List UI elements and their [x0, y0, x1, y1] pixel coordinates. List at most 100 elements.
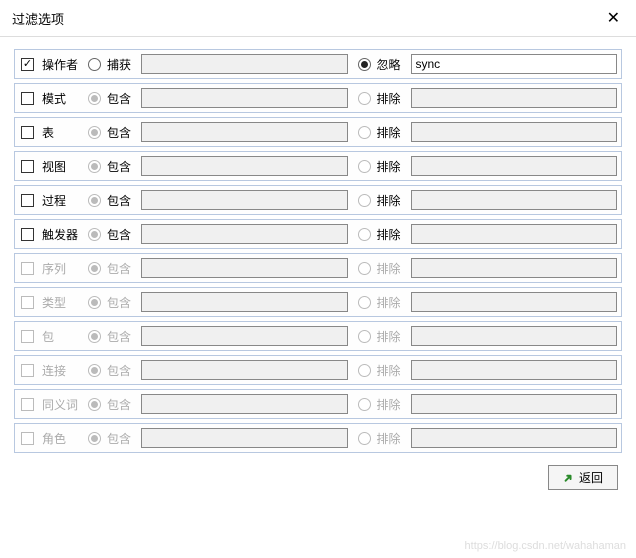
option2-input[interactable]	[411, 54, 618, 74]
option2-radio	[358, 228, 371, 241]
option2-input	[411, 292, 618, 312]
option1-input	[141, 54, 348, 74]
option2-radio	[358, 296, 371, 309]
option2-label: 排除	[377, 90, 405, 107]
option1-label: 包含	[107, 328, 135, 345]
option1-input	[141, 190, 348, 210]
option2-label: 排除	[377, 192, 405, 209]
row-label: 模式	[42, 90, 82, 107]
option2-input	[411, 394, 618, 414]
option1-input	[141, 394, 348, 414]
option1-input	[141, 88, 348, 108]
option1-input	[141, 258, 348, 278]
option1-radio	[88, 160, 101, 173]
enable-checkbox	[21, 364, 34, 377]
option2-input	[411, 326, 618, 346]
option1-radio	[88, 228, 101, 241]
close-icon[interactable]: ✕	[603, 8, 624, 28]
filter-row-synonym: 同义词 包含 排除	[14, 389, 622, 419]
option1-label: 包含	[107, 430, 135, 447]
option1-radio	[88, 92, 101, 105]
option1-radio	[88, 262, 101, 275]
back-button[interactable]: ➜ 返回	[548, 465, 618, 490]
option2-radio	[358, 126, 371, 139]
option1-input	[141, 428, 348, 448]
filter-row-type: 类型 包含 排除	[14, 287, 622, 317]
option1-label: 包含	[107, 192, 135, 209]
option2-input	[411, 258, 618, 278]
option2-radio	[358, 194, 371, 207]
row-label: 包	[42, 328, 82, 345]
option1-radio	[88, 432, 101, 445]
option1-label: 包含	[107, 124, 135, 141]
row-label: 连接	[42, 362, 82, 379]
enable-checkbox	[21, 398, 34, 411]
option1-label: 包含	[107, 294, 135, 311]
option2-radio	[358, 398, 371, 411]
filter-row-operator: 操作者捕获忽略	[14, 49, 622, 79]
filter-row-schema: 模式 包含 排除	[14, 83, 622, 113]
row-label: 类型	[42, 294, 82, 311]
option1-input	[141, 326, 348, 346]
option2-radio	[358, 262, 371, 275]
option1-input	[141, 122, 348, 142]
option2-radio	[358, 92, 371, 105]
back-button-label: 返回	[579, 469, 603, 486]
option2-input	[411, 428, 618, 448]
option2-input	[411, 190, 618, 210]
option2-radio	[358, 432, 371, 445]
option2-label: 排除	[377, 328, 405, 345]
option2-radio	[358, 160, 371, 173]
filter-row-sequence: 序列包含排除	[14, 253, 622, 283]
filter-row-role: 角色 包含 排除	[14, 423, 622, 453]
enable-checkbox[interactable]	[21, 228, 34, 241]
option2-radio[interactable]	[358, 58, 371, 71]
enable-checkbox[interactable]	[21, 92, 34, 105]
option1-radio	[88, 126, 101, 139]
row-label: 过程	[42, 192, 82, 209]
enable-checkbox	[21, 296, 34, 309]
option2-radio	[358, 364, 371, 377]
row-label: 同义词	[42, 396, 82, 413]
option2-label: 排除	[377, 158, 405, 175]
option2-label: 排除	[377, 124, 405, 141]
filter-rows: 操作者捕获忽略模式包含排除表包含排除视图包含排除过程包含排除触发器包含排除序列包…	[0, 37, 636, 461]
option1-label: 包含	[107, 158, 135, 175]
row-label: 视图	[42, 158, 82, 175]
option1-radio	[88, 330, 101, 343]
footer: ➜ 返回	[0, 461, 636, 500]
enable-checkbox	[21, 262, 34, 275]
option2-label: 排除	[377, 362, 405, 379]
option1-input	[141, 156, 348, 176]
row-label: 表	[42, 124, 82, 141]
option2-label: 排除	[377, 396, 405, 413]
filter-row-table: 表 包含 排除	[14, 117, 622, 147]
option1-radio[interactable]	[88, 58, 101, 71]
option1-radio	[88, 296, 101, 309]
option1-radio	[88, 364, 101, 377]
option2-input	[411, 122, 618, 142]
option2-input	[411, 156, 618, 176]
option2-label: 排除	[377, 430, 405, 447]
option2-label: 排除	[377, 294, 405, 311]
enable-checkbox[interactable]	[21, 194, 34, 207]
option1-input	[141, 360, 348, 380]
option1-radio	[88, 194, 101, 207]
option2-input	[411, 360, 618, 380]
filter-row-view: 视图 包含 排除	[14, 151, 622, 181]
option1-input	[141, 292, 348, 312]
option2-input	[411, 224, 618, 244]
option1-label: 包含	[107, 396, 135, 413]
option1-label: 包含	[107, 362, 135, 379]
row-label: 序列	[42, 260, 82, 277]
enable-checkbox[interactable]	[21, 58, 34, 71]
row-label: 角色	[42, 430, 82, 447]
filter-row-package: 包 包含 排除	[14, 321, 622, 351]
option1-label: 包含	[107, 226, 135, 243]
enable-checkbox[interactable]	[21, 126, 34, 139]
filter-row-proc: 过程 包含 排除	[14, 185, 622, 215]
option1-label: 包含	[107, 90, 135, 107]
option2-radio	[358, 330, 371, 343]
enable-checkbox[interactable]	[21, 160, 34, 173]
option1-label: 捕获	[107, 56, 135, 73]
